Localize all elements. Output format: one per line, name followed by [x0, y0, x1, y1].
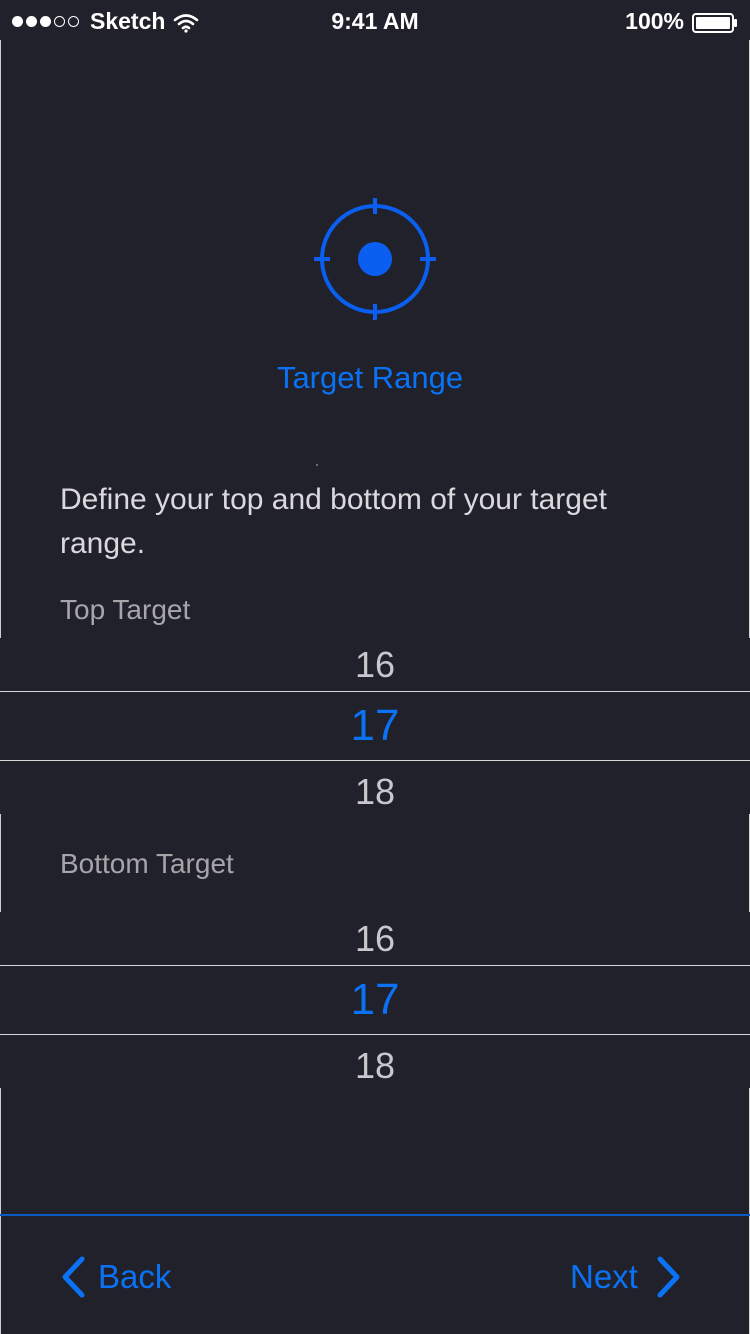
picker-option[interactable]: 18 — [0, 771, 750, 813]
chevron-left-icon — [60, 1256, 86, 1298]
bottom-target-label: Bottom Target — [60, 848, 234, 879]
back-button-label: Back — [98, 1258, 172, 1295]
back-button[interactable]: Back — [60, 1252, 171, 1302]
bottom-target-picker[interactable]: 16 17 18 — [0, 912, 750, 1088]
battery-percent: 100% — [625, 8, 684, 34]
picker-selected-option[interactable]: 17 — [0, 701, 750, 751]
left-edge — [0, 40, 1, 638]
next-button[interactable]: Next — [570, 1252, 682, 1302]
picker-selection-line — [0, 1034, 750, 1035]
picker-option[interactable]: 18 — [0, 1045, 750, 1087]
description-text: Define your top and bottom of your targe… — [60, 483, 607, 560]
picker-selected-option[interactable]: 17 — [0, 975, 750, 1025]
left-edge — [0, 1088, 1, 1334]
battery-icon — [692, 12, 738, 33]
picker-option[interactable]: 16 — [0, 918, 750, 960]
picker-selection-line — [0, 691, 750, 692]
page-title: Target Range — [276, 360, 464, 395]
status-bar: Sketch 9:41 AM 100% — [0, 0, 750, 40]
status-right: 100% — [625, 8, 738, 35]
screen: Sketch 9:41 AM 100% Target Range Define … — [0, 0, 750, 1334]
divider-dot — [316, 464, 318, 466]
top-target-label: Top Target — [60, 594, 191, 625]
next-button-label: Next — [570, 1258, 638, 1295]
picker-selection-line — [0, 965, 750, 966]
picker-selection-line — [0, 760, 750, 761]
chevron-right-icon — [656, 1256, 682, 1298]
picker-option[interactable]: 16 — [0, 644, 750, 686]
left-edge — [0, 814, 1, 912]
top-target-picker[interactable]: 16 17 18 — [0, 638, 750, 814]
footer-divider — [0, 1214, 750, 1216]
target-icon — [314, 198, 436, 320]
